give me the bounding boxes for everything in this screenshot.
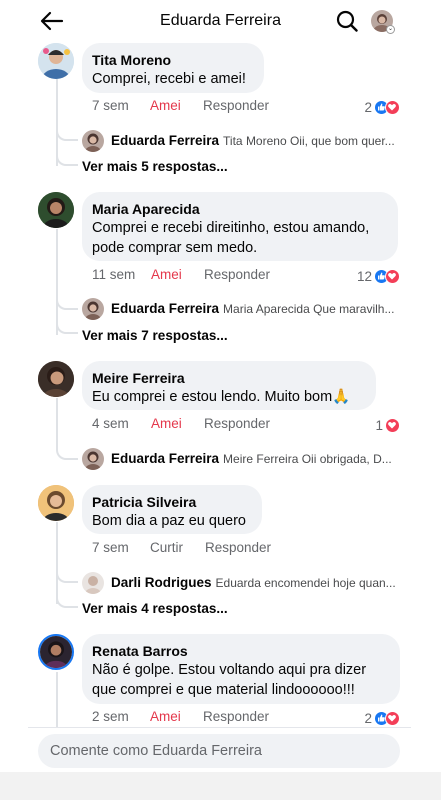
reply-connector [56, 594, 78, 608]
avatar[interactable] [38, 485, 74, 521]
thread-line [56, 398, 58, 450]
avatar[interactable] [38, 43, 74, 79]
comment-bubble: Tita Moreno Comprei, recebi e amei! [82, 43, 264, 93]
heart-icon [385, 99, 400, 115]
comment-bubble: Meire Ferreira Eu comprei e estou lendo.… [82, 361, 376, 410]
reply-text: Meire Ferreira Oii obrigada, D... [223, 452, 392, 466]
reaction-summary[interactable]: 2 [364, 98, 400, 116]
comment-time[interactable]: 4 sem [92, 416, 129, 431]
comment-text: que comprei e que material lindoooooo!!! [92, 682, 355, 698]
reply-connector [56, 296, 78, 310]
reply-author[interactable]: Eduarda Ferreira [111, 133, 219, 148]
reply-button[interactable]: Responder [203, 709, 269, 724]
comment-time[interactable]: 7 sem [92, 98, 129, 113]
comment-bubble: Maria Aparecida Comprei e recebi direiti… [82, 192, 398, 261]
react-button[interactable]: Amei [151, 416, 182, 431]
comment-bubble: Patricia Silveira Bom dia a paz eu quero [82, 485, 262, 534]
reply-preview[interactable]: Eduarda Ferreira Maria Aparecida Que mara… [82, 298, 412, 322]
reply-button[interactable]: Responder [204, 416, 270, 431]
comment-input[interactable] [38, 734, 400, 768]
heart-icon [385, 710, 400, 726]
reaction-summary[interactable]: 2 [364, 709, 400, 727]
reply-preview[interactable]: Eduarda Ferreira Tita Moreno Oii, que bom… [82, 130, 412, 154]
reply-author[interactable]: Eduarda Ferreira [111, 301, 219, 316]
reaction-summary[interactable]: 1 [375, 416, 400, 434]
reply-connector [56, 320, 78, 334]
comment-author[interactable]: Tita Moreno [92, 51, 252, 69]
comment-author[interactable]: Renata Barros [92, 642, 388, 660]
top-bar: Eduarda Ferreira ⌄ [0, 0, 441, 44]
like-button[interactable]: Curtir [150, 540, 183, 555]
comment-time[interactable]: 11 sem [92, 267, 135, 282]
reply-connector [56, 569, 78, 583]
avatar [82, 298, 104, 320]
reply-connector [56, 127, 78, 141]
reaction-count: 2 [364, 710, 372, 726]
reply-text: Tita Moreno Oii, que bom quer... [223, 134, 395, 148]
comment-actions: 7 sem Curtir Responder [92, 540, 412, 558]
comment-text: Não é golpe. Estou voltando aqui pra diz… [92, 662, 367, 678]
comment-bubble: Renata Barros Não é golpe. Estou voltand… [82, 634, 400, 704]
avatar [82, 130, 104, 152]
comment-actions: 4 sem Amei Responder [92, 416, 412, 434]
reply-author[interactable]: Darli Rodrigues [111, 575, 212, 590]
reply-preview[interactable]: Eduarda Ferreira Meire Ferreira Oii obrig… [82, 448, 412, 472]
comment-author[interactable]: Maria Aparecida [92, 200, 386, 218]
reply-text: Eduarda encomendei hoje quan... [215, 576, 396, 590]
comment-time[interactable]: 7 sem [92, 540, 129, 555]
comment-time[interactable]: 2 sem [92, 709, 129, 724]
divider [28, 727, 411, 728]
thread-line [56, 522, 58, 604]
avatar[interactable] [38, 361, 74, 397]
reaction-count: 2 [364, 99, 372, 115]
reaction-summary[interactable]: 12 [357, 267, 400, 285]
bottom-bar [0, 772, 441, 800]
search-icon[interactable] [336, 10, 358, 32]
heart-icon [385, 417, 400, 433]
reply-connector [56, 446, 78, 460]
comment-author[interactable]: Patricia Silveira [92, 493, 250, 511]
heart-icon [385, 268, 400, 284]
comment-author[interactable]: Meire Ferreira [92, 369, 364, 387]
comment-text: Eu comprei e estou lendo. Muito bom🙏 [92, 389, 351, 405]
comment-text: Comprei, recebi e amei! [92, 71, 246, 87]
react-button[interactable]: Amei [150, 98, 181, 113]
thread-line [56, 672, 58, 728]
avatar[interactable] [38, 192, 74, 228]
reaction-count: 12 [356, 268, 372, 284]
chevron-down-icon[interactable]: ⌄ [386, 25, 395, 34]
avatar[interactable] [38, 634, 74, 670]
reply-button[interactable]: Responder [205, 540, 271, 555]
comment-text: Bom dia a paz eu quero [92, 513, 246, 529]
view-more-replies-link[interactable]: Ver mais 5 respostas... [82, 159, 228, 174]
avatar [82, 572, 104, 594]
reply-button[interactable]: Responder [203, 98, 269, 113]
reply-button[interactable]: Responder [204, 267, 270, 282]
reply-preview[interactable]: Darli Rodrigues Eduarda encomendei hoje q… [82, 572, 412, 596]
react-button[interactable]: Amei [151, 267, 182, 282]
comment-text: pode comprar sem medo. [92, 240, 258, 256]
view-more-replies-link[interactable]: Ver mais 4 respostas... [82, 601, 228, 616]
avatar [82, 448, 104, 470]
reply-author[interactable]: Eduarda Ferreira [111, 451, 219, 466]
view-more-replies-link[interactable]: Ver mais 7 respostas... [82, 328, 228, 343]
reply-text: Maria Aparecida Que maravilh... [223, 302, 395, 316]
comment-text: Comprei e recebi direitinho, estou amand… [92, 220, 370, 236]
comment-composer[interactable] [38, 734, 400, 768]
reaction-count: 1 [375, 417, 383, 433]
reply-connector [56, 152, 78, 166]
react-button[interactable]: Amei [150, 709, 181, 724]
